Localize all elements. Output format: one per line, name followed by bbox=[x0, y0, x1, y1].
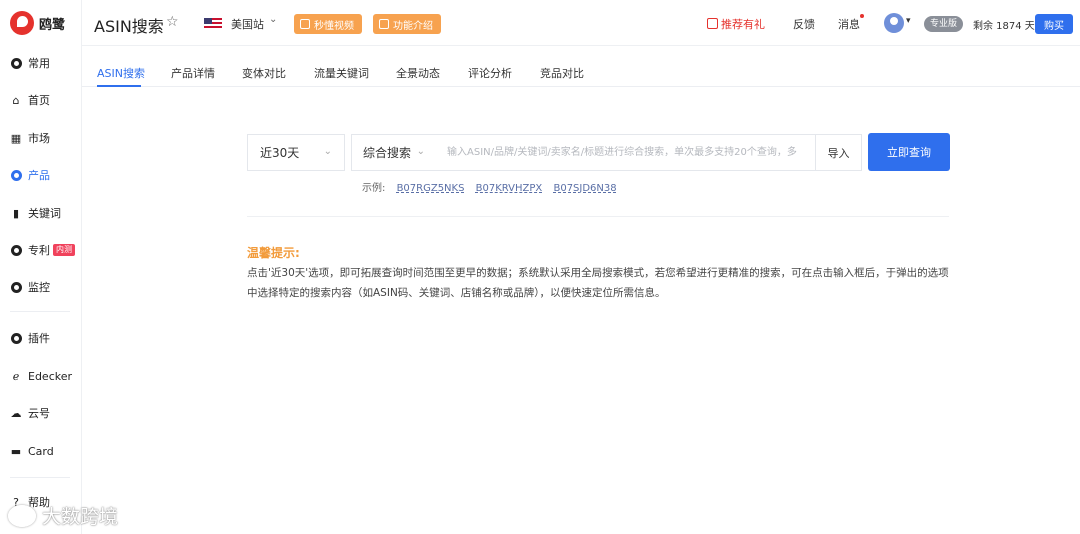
chevron-down-icon: ⌄ bbox=[416, 146, 425, 157]
brand-logo-icon bbox=[10, 11, 34, 35]
watermark: 大数跨境 bbox=[8, 502, 118, 529]
tip-body: 点击'近30天'选项，即可拓展查询时间范围至更早的数据；系统默认采用全局搜索模式… bbox=[247, 267, 949, 299]
tab-panorama[interactable]: 全景动态 bbox=[396, 65, 440, 81]
brand-logo[interactable]: 鸥鹭 bbox=[10, 10, 65, 36]
grid-icon: ▦ bbox=[10, 131, 22, 145]
unread-dot bbox=[860, 14, 864, 18]
document-icon bbox=[379, 19, 389, 29]
sidebar-item-label: 监控 bbox=[28, 281, 50, 294]
plan-badge: 专业版 bbox=[924, 16, 964, 32]
video-button[interactable]: 秒懂视频 bbox=[294, 14, 362, 34]
cloud-icon: ☁ bbox=[10, 406, 22, 420]
chevron-down-icon[interactable]: ⌄ bbox=[269, 14, 277, 25]
tab-review-analysis[interactable]: 评论分析 bbox=[468, 65, 512, 81]
sidebar-item-label: 产品 bbox=[28, 169, 50, 182]
sidebar-item-common[interactable]: 常用 bbox=[10, 53, 50, 73]
sidebar-item-label: 首页 bbox=[28, 94, 50, 107]
sidebar-item-keywords[interactable]: ▮ 关键词 bbox=[10, 203, 61, 223]
sidebar-item-label: Card bbox=[28, 444, 54, 458]
sidebar-item-home[interactable]: ⌂ 首页 bbox=[10, 90, 51, 110]
intro-button[interactable]: 功能介绍 bbox=[373, 14, 441, 34]
us-flag-icon bbox=[204, 18, 222, 30]
tab-bar: ASIN搜索 产品详情 变体对比 流量关键词 全景动态 评论分析 竞品对比 bbox=[82, 47, 1080, 87]
sidebar-item-label: 云号 bbox=[28, 407, 50, 420]
edecker-icon: ℯ bbox=[12, 369, 20, 383]
recommend-label: 推荐有礼 bbox=[721, 18, 765, 31]
tab-variant-compare[interactable]: 变体对比 bbox=[242, 65, 286, 81]
sidebar-item-card[interactable]: ▬ Card bbox=[10, 441, 54, 461]
sidebar-item-plugin[interactable]: 插件 bbox=[10, 328, 50, 348]
beta-badge: 内测 bbox=[53, 244, 75, 256]
search-mode-value: 综合搜索 bbox=[363, 146, 412, 160]
recommend-link[interactable]: 推荐有礼 bbox=[707, 16, 765, 32]
card-icon: ▬ bbox=[10, 444, 22, 458]
sidebar-item-label: 关键词 bbox=[28, 207, 61, 220]
brand-name: 鸥鹭 bbox=[39, 17, 66, 33]
play-icon bbox=[300, 19, 310, 29]
bar-chart-icon: ▮ bbox=[12, 206, 20, 220]
station-selector[interactable]: 美国站 bbox=[231, 16, 264, 32]
home-icon: ⌂ bbox=[12, 93, 20, 107]
sidebar-divider bbox=[10, 311, 70, 312]
chevron-down-icon: ⌄ bbox=[323, 146, 332, 157]
query-button[interactable]: 立即查询 bbox=[868, 133, 950, 171]
chrome-icon bbox=[10, 332, 22, 344]
sidebar-item-monitor[interactable]: 监控 bbox=[10, 277, 50, 297]
search-mode-select[interactable]: 综合搜索 ⌄ bbox=[351, 134, 438, 171]
examples-label: 示例: bbox=[362, 183, 386, 194]
feedback-link[interactable]: 反馈 bbox=[793, 16, 815, 32]
tab-asin-search[interactable]: ASIN搜索 bbox=[97, 65, 145, 81]
sidebar-item-market[interactable]: ▦ 市场 bbox=[10, 128, 50, 148]
sidebar-item-cloud[interactable]: ☁ 云号 bbox=[10, 403, 51, 423]
top-header: ASIN搜索 ☆ 美国站 ⌄ 秒懂视频 功能介绍 推荐有礼 反馈 消息 ▾ 专业… bbox=[82, 0, 1080, 46]
tab-product-detail[interactable]: 产品详情 bbox=[171, 65, 215, 81]
sidebar-item-label: Edecker bbox=[28, 369, 73, 383]
search-input[interactable] bbox=[437, 134, 816, 171]
watermark-logo-icon bbox=[8, 504, 36, 527]
example-asin-link[interactable]: B07SJD6N38 bbox=[553, 183, 616, 194]
period-select[interactable]: 近30天 ⌄ bbox=[247, 134, 345, 171]
tip-title: 温馨提示: bbox=[247, 246, 300, 260]
avatar[interactable] bbox=[884, 13, 904, 33]
eye-icon bbox=[10, 169, 22, 181]
search-examples: 示例: B07RGZ5NKS B07KRVHZPX B07SJD6N38 bbox=[362, 179, 617, 194]
shield-icon bbox=[10, 244, 22, 256]
sidebar-divider bbox=[10, 477, 70, 478]
tab-competitor-compare[interactable]: 竞品对比 bbox=[540, 65, 584, 81]
sidebar-item-label: 插件 bbox=[28, 332, 50, 345]
favorite-star-icon[interactable]: ☆ bbox=[166, 14, 179, 30]
example-asin-link[interactable]: B07KRVHZPX bbox=[476, 183, 543, 194]
sidebar-item-label: 常用 bbox=[28, 57, 50, 70]
import-button[interactable]: 导入 bbox=[815, 134, 862, 171]
sidebar-item-patent[interactable]: 专利 内测 bbox=[10, 240, 75, 260]
sidebar-item-label: 市场 bbox=[28, 132, 50, 145]
content-divider bbox=[247, 216, 949, 217]
gift-icon bbox=[707, 18, 718, 29]
period-select-value: 近30天 bbox=[260, 146, 300, 160]
example-asin-link[interactable]: B07RGZ5NKS bbox=[397, 183, 465, 194]
caret-down-icon[interactable]: ▾ bbox=[906, 16, 911, 26]
remaining-days: 剩余 1874 天 bbox=[973, 21, 1035, 32]
monitor-icon bbox=[10, 281, 22, 293]
buy-button[interactable]: 购买 bbox=[1035, 14, 1073, 34]
sidebar-item-label: 专利 bbox=[28, 244, 50, 257]
tab-traffic-keywords[interactable]: 流量关键词 bbox=[314, 65, 369, 81]
watermark-text: 大数跨境 bbox=[42, 506, 119, 528]
messages-link[interactable]: 消息 bbox=[838, 16, 860, 32]
circle-icon bbox=[10, 57, 22, 69]
active-tab-indicator bbox=[97, 85, 141, 87]
sidebar: 鸥鹭 常用 ⌂ 首页 ▦ 市场 产品 ▮ 关键词 专利 内测 监控 插件 ℯ E… bbox=[0, 0, 82, 534]
sidebar-item-edecker[interactable]: ℯ Edecker bbox=[10, 366, 72, 386]
intro-button-label: 功能介绍 bbox=[393, 20, 433, 32]
sidebar-item-product[interactable]: 产品 bbox=[10, 165, 50, 185]
video-button-label: 秒懂视频 bbox=[314, 20, 354, 32]
page-title: ASIN搜索 bbox=[94, 17, 164, 36]
